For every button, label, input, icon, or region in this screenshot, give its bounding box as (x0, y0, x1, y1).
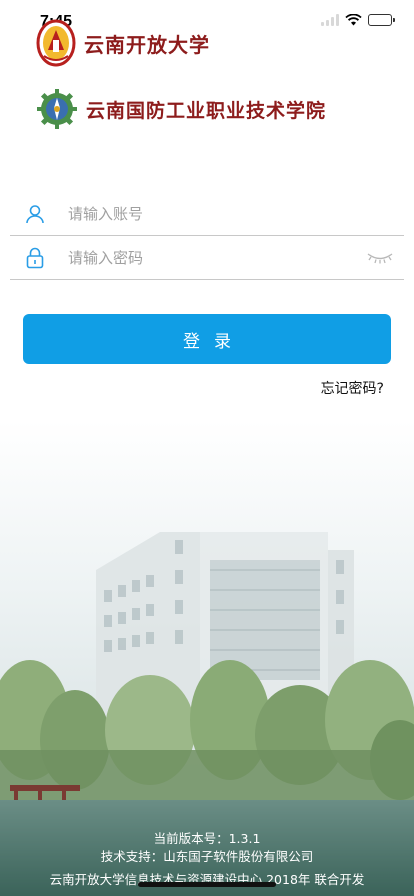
account-input[interactable] (68, 204, 404, 223)
account-field (10, 192, 404, 236)
college-gear-emblem-icon (37, 89, 77, 129)
version-text: 当前版本号：1.3.1 (153, 831, 261, 846)
eye-closed-icon (367, 252, 393, 263)
cellular-signal-icon (321, 14, 339, 26)
lock-icon (10, 247, 60, 269)
user-icon (10, 204, 60, 224)
forgot-password-link[interactable]: 忘记密码? (321, 378, 384, 398)
password-visibility-toggle[interactable] (360, 251, 400, 265)
yunnan-defense-college-logo: 云南国防工业职业技术学院 (36, 88, 326, 130)
college-name-secondary: 云南国防工业职业技术学院 (86, 99, 327, 122)
password-field (10, 236, 404, 280)
university-name-primary: 云南开放大学 (84, 32, 210, 57)
university-emblem-icon (36, 19, 76, 67)
tech-support-text: 技术支持：山东国子软件股份有限公司 (100, 849, 314, 864)
password-input[interactable] (68, 248, 360, 267)
battery-icon (368, 14, 395, 26)
wifi-icon (345, 14, 362, 26)
campus-background-image (0, 420, 414, 896)
yunnan-open-university-logo: 云南开放大学 (36, 18, 210, 68)
login-button[interactable]: 登录 (23, 314, 391, 364)
status-icons (321, 14, 395, 26)
home-indicator[interactable] (138, 882, 276, 887)
